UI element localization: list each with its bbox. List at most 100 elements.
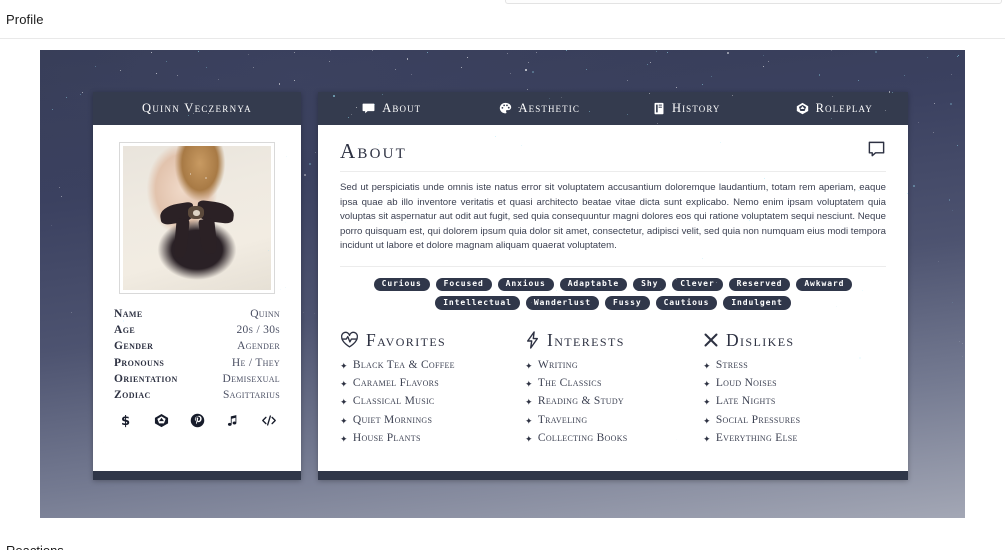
tag[interactable]: Shy [633, 277, 667, 292]
tag[interactable]: Adaptable [559, 277, 628, 292]
section-divider [340, 171, 886, 172]
stat-label: Age [114, 324, 136, 337]
tag[interactable]: Fussy [605, 296, 650, 310]
star-dot [506, 53, 508, 55]
star-dot [330, 50, 332, 52]
star-dot [831, 50, 832, 52]
speech-bubble-icon[interactable] [867, 140, 886, 164]
star-dot [912, 185, 915, 187]
social-links-row: $ [117, 412, 277, 429]
column-header: Dislikes [703, 330, 886, 351]
bow-gem [192, 210, 200, 216]
star-dot [406, 452, 408, 454]
left-card-footer [93, 471, 301, 480]
star-dot [309, 163, 311, 166]
star-dot [248, 54, 250, 56]
tag[interactable]: Intellectual [435, 296, 520, 310]
list-item: ✦ Black Tea & Coffee [340, 359, 525, 373]
star-bullet-icon: ✦ [703, 360, 711, 371]
star-dot [726, 52, 729, 55]
column-dislikes: Dislikes ✦ Stress ✦ Loud Noises ✦ Late Nigh… [703, 330, 886, 450]
star-dot [79, 94, 81, 95]
tag[interactable]: Anxious [497, 277, 554, 292]
list-item: ✦ Everything Else [703, 432, 886, 446]
star-dot [303, 311, 305, 313]
star-dot [177, 75, 179, 77]
star-dot [566, 50, 568, 51]
star-dot [762, 55, 764, 56]
book-icon [653, 102, 665, 115]
tab-aesthetic[interactable]: Aesthetic [466, 92, 614, 125]
tab-history[interactable]: History [613, 92, 761, 125]
star-dot [586, 213, 588, 214]
column-title: Dislikes [726, 329, 795, 350]
star-dot [958, 55, 959, 57]
star-dot [293, 80, 295, 82]
tab-roleplay-label: Roleplay [815, 101, 873, 115]
star-dot [217, 78, 219, 80]
tag[interactable]: Reserved [728, 277, 791, 292]
star-dot [234, 131, 236, 132]
star-dot [702, 84, 703, 86]
tag[interactable]: Focused [435, 277, 492, 292]
star-dot [810, 163, 812, 165]
tag[interactable]: Wanderlust [525, 296, 599, 310]
code-icon[interactable] [260, 412, 277, 429]
tag[interactable]: Awkward [796, 277, 853, 292]
avatar-photo [123, 146, 271, 290]
star-dot [166, 60, 168, 62]
tag[interactable]: Indulgent [723, 296, 791, 310]
svg-text:$: $ [121, 414, 130, 428]
star-dot [768, 60, 770, 62]
star-dot [395, 68, 397, 70]
star-dot [763, 66, 765, 67]
list-item-label: House Plants [352, 431, 421, 444]
list-item-label: Traveling [537, 413, 588, 426]
tab-roleplay[interactable]: Roleplay [761, 92, 909, 125]
star-bullet-icon: ✦ [525, 360, 533, 371]
table-row: Name Quinn [114, 308, 280, 320]
d20-dice-icon[interactable] [153, 412, 170, 429]
star-dot [50, 225, 52, 227]
list-item-label: Collecting Books [537, 431, 628, 444]
star-dot [525, 68, 527, 71]
star-dot [463, 211, 464, 213]
star-dot [649, 92, 650, 94]
character-name-header: Quinn Veczernya [93, 92, 301, 125]
star-dot [952, 302, 954, 304]
star-bullet-icon: ✦ [703, 415, 711, 426]
star-dot [434, 133, 436, 136]
stat-value: Agender [237, 340, 280, 353]
star-dot [535, 52, 537, 54]
star-dot [467, 56, 469, 58]
column-interests: Interests ✦ Writing ✦ The Classics ✦ Readin… [525, 330, 703, 450]
dollar-icon[interactable]: $ [117, 412, 134, 429]
table-row: Gender Agender [114, 340, 280, 352]
star-dot [205, 67, 207, 69]
star-bullet-icon: ✦ [703, 379, 711, 390]
star-dot [710, 76, 712, 78]
interests-list: ✦ Writing ✦ The Classics ✦ Reading & Study … [525, 359, 703, 446]
star-bullet-icon: ✦ [340, 397, 348, 408]
pinterest-icon[interactable] [189, 412, 206, 429]
star-dot [167, 269, 169, 271]
star-dot [102, 442, 104, 444]
tag[interactable]: Cautious [655, 296, 718, 310]
star-dot [509, 73, 511, 75]
list-item: ✦ Quiet Mornings [340, 414, 525, 428]
star-dot [304, 174, 307, 176]
music-note-icon[interactable] [224, 412, 241, 429]
star-dot [293, 274, 295, 276]
dislikes-list: ✦ Stress ✦ Loud Noises ✦ Late Nights ✦ Socia… [703, 359, 886, 446]
bow-left-tail [173, 218, 190, 259]
star-dot [375, 515, 376, 516]
star-dot [927, 57, 929, 59]
star-dot [962, 343, 964, 344]
tag[interactable]: Clever [672, 277, 723, 292]
tag[interactable]: Curious [373, 277, 430, 292]
tab-about[interactable]: About [318, 92, 466, 125]
star-dot [737, 385, 739, 387]
star-dot [151, 52, 152, 54]
table-row: Zodiac Sagittarius [114, 389, 280, 401]
list-item: ✦ Traveling [525, 414, 703, 428]
